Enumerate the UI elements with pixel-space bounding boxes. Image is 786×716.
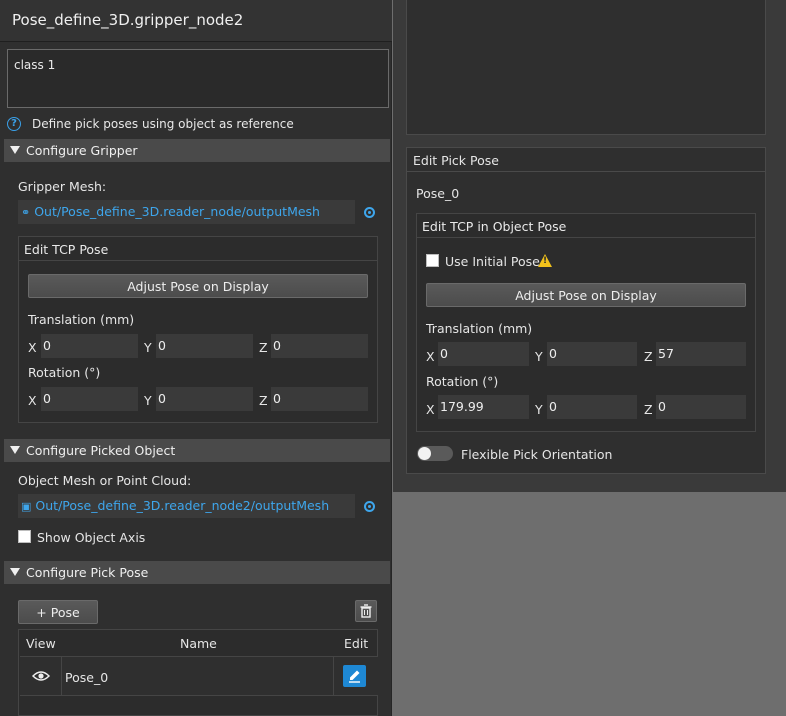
- trash-icon: [360, 604, 372, 618]
- table-row[interactable]: Pose_0: [20, 656, 378, 696]
- add-pose-button[interactable]: + Pose: [18, 600, 98, 624]
- section-title: Configure Gripper: [26, 143, 138, 158]
- axis-y-label: Y: [535, 349, 543, 364]
- axis-x-label: X: [28, 340, 37, 355]
- panel-title: Pose_define_3D.gripper_node2: [0, 0, 392, 42]
- show-object-axis-checkbox[interactable]: [18, 530, 31, 543]
- axis-z-label: Z: [259, 393, 268, 408]
- translation-label: Translation (mm): [28, 312, 135, 327]
- use-initial-pose-checkbox[interactable]: [426, 254, 439, 267]
- group-title: Edit Pick Pose: [407, 148, 765, 172]
- column-header-edit[interactable]: Edit: [344, 636, 368, 651]
- warning-icon: !: [538, 254, 552, 267]
- translation-z-field[interactable]: 57: [656, 342, 746, 366]
- translation-z-field[interactable]: 0: [271, 334, 368, 358]
- collapse-triangle-icon: [10, 146, 20, 154]
- axis-y-label: Y: [144, 340, 152, 355]
- translation-y-field[interactable]: 0: [156, 334, 253, 358]
- flexible-pick-orientation-toggle[interactable]: [417, 446, 453, 461]
- section-title: Configure Pick Pose: [26, 565, 149, 580]
- axis-x-label: X: [426, 402, 435, 417]
- rotation-x-field[interactable]: 179.99: [438, 395, 529, 419]
- axis-x-label: X: [28, 393, 37, 408]
- show-object-axis-label: Show Object Axis: [37, 530, 146, 545]
- rotation-y-field[interactable]: 0: [547, 395, 637, 419]
- section-configure-gripper[interactable]: Configure Gripper: [4, 139, 390, 162]
- class-text-area[interactable]: class 1: [7, 49, 389, 108]
- rotation-label: Rotation (°): [426, 374, 499, 389]
- axis-z-label: Z: [644, 402, 653, 417]
- adjust-pose-button[interactable]: Adjust Pose on Display: [28, 274, 368, 298]
- delete-pose-button[interactable]: [355, 600, 377, 622]
- gripper-mesh-label: Gripper Mesh:: [18, 179, 107, 194]
- axis-z-label: Z: [259, 340, 268, 355]
- gripper-mesh-field[interactable]: ⚭ Out/Pose_define_3D.reader_node/outputMe…: [18, 200, 355, 224]
- section-configure-pick-pose[interactable]: Configure Pick Pose: [4, 561, 390, 584]
- rotation-z-field[interactable]: 0: [656, 395, 746, 419]
- collapse-triangle-icon: [10, 568, 20, 576]
- translation-label: Translation (mm): [426, 321, 533, 336]
- preview-area: [406, 0, 766, 135]
- rotation-z-field[interactable]: 0: [271, 387, 368, 411]
- rotation-x-field[interactable]: 0: [41, 387, 138, 411]
- help-icon[interactable]: ?: [7, 117, 21, 131]
- translation-x-field[interactable]: 0: [41, 334, 138, 358]
- gripper-mesh-path: Out/Pose_define_3D.reader_node/outputMes…: [34, 204, 320, 219]
- axis-y-label: Y: [144, 393, 152, 408]
- link-icon: ⚭: [21, 206, 31, 219]
- column-header-view[interactable]: View: [26, 636, 56, 651]
- translation-x-field[interactable]: 0: [438, 342, 529, 366]
- eye-icon[interactable]: [32, 669, 50, 683]
- adjust-pose-button[interactable]: Adjust Pose on Display: [426, 283, 746, 307]
- axis-x-label: X: [426, 349, 435, 364]
- column-divider: [61, 657, 62, 695]
- pencil-icon: [349, 670, 360, 683]
- rotation-label: Rotation (°): [28, 365, 101, 380]
- collapse-triangle-icon: [10, 446, 20, 454]
- flexible-pick-orientation-label: Flexible Pick Orientation: [461, 447, 613, 462]
- section-configure-picked-object[interactable]: Configure Picked Object: [4, 439, 390, 462]
- group-title: Edit TCP Pose: [19, 237, 377, 261]
- object-mesh-path: Out/Pose_define_3D.reader_node2/outputMe…: [35, 498, 330, 513]
- axis-y-label: Y: [535, 402, 543, 417]
- column-divider: [333, 657, 334, 695]
- section-title: Configure Picked Object: [26, 443, 176, 458]
- gripper-mesh-select-radio[interactable]: [364, 207, 375, 218]
- object-mesh-label: Object Mesh or Point Cloud:: [18, 473, 192, 488]
- translation-y-field[interactable]: 0: [547, 342, 637, 366]
- edit-pose-button[interactable]: [343, 665, 366, 687]
- rotation-y-field[interactable]: 0: [156, 387, 253, 411]
- object-mesh-select-radio[interactable]: [364, 501, 375, 512]
- group-title: Edit TCP in Object Pose: [417, 214, 755, 238]
- use-initial-pose-label: Use Initial Pose: [445, 254, 540, 269]
- pose-name-label: Pose_0: [416, 186, 460, 201]
- camera-icon: ▣: [21, 500, 32, 513]
- pose-name-cell[interactable]: Pose_0: [65, 670, 108, 685]
- object-mesh-field[interactable]: ▣ Out/Pose_define_3D.reader_node2/outputM…: [18, 494, 355, 518]
- pose-table: View Name Edit Pose_0: [18, 629, 378, 716]
- column-header-name[interactable]: Name: [180, 636, 217, 651]
- help-text: Define pick poses using object as refere…: [32, 117, 294, 131]
- axis-z-label: Z: [644, 349, 653, 364]
